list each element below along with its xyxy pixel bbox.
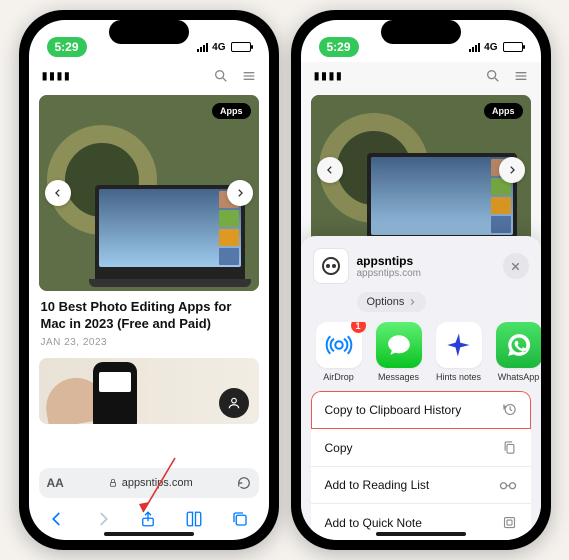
status-right: 4G [197, 42, 250, 53]
category-badge[interactable]: Apps [212, 103, 251, 119]
status-time: 5:29 [47, 37, 87, 57]
action-label: Add to Reading List [325, 478, 430, 492]
share-sheet: appsntips appsntips.com Options 1 AirDro [301, 236, 541, 540]
close-button[interactable] [503, 253, 529, 279]
share-actions-list: Copy to Clipboard History Copy Add to Re… [311, 391, 531, 540]
site-header: ▮▮▮▮ [29, 62, 269, 91]
notch [109, 20, 189, 44]
hints-notes-icon [436, 322, 482, 368]
messages-icon [376, 322, 422, 368]
share-options-label: Options [367, 296, 405, 308]
quick-note-icon [502, 515, 517, 530]
glasses-icon [499, 479, 517, 491]
action-label: Copy [325, 441, 353, 455]
share-app-label: Messages [373, 372, 425, 382]
menu-icon[interactable] [241, 68, 257, 84]
history-icon [502, 402, 517, 417]
site-header: ▮▮▮▮ [301, 62, 541, 91]
share-apps-row[interactable]: 1 AirDrop Messages Hints notes [301, 322, 541, 391]
forward-button[interactable] [86, 504, 120, 534]
search-icon[interactable] [485, 68, 501, 84]
share-favicon [313, 248, 349, 284]
status-right: 4G [469, 42, 522, 53]
site-logo[interactable]: ▮▮▮▮ [41, 68, 71, 84]
search-icon[interactable] [213, 68, 229, 84]
copy-icon [502, 440, 517, 455]
share-app-hints-notes[interactable]: Hints notes [433, 322, 485, 381]
back-button[interactable] [40, 504, 74, 534]
share-options-button[interactable]: Options [357, 292, 427, 312]
bookmarks-button[interactable] [177, 504, 211, 534]
share-app-messages[interactable]: Messages [373, 322, 425, 381]
url-domain: appsntips.com [122, 477, 193, 489]
lock-icon [108, 478, 118, 488]
action-label: Copy to Clipboard History [325, 403, 462, 417]
article-date: JAN 23, 2023 [29, 333, 269, 358]
profile-fab[interactable] [219, 388, 249, 418]
tabs-button[interactable] [223, 504, 257, 534]
share-app-whatsapp[interactable]: WhatsApp [493, 322, 541, 381]
share-app-label: Hints notes [433, 372, 485, 382]
secondary-article-card[interactable] [39, 358, 259, 424]
action-label: Add to Quick Note [325, 516, 422, 530]
share-header: appsntips appsntips.com [301, 246, 541, 292]
share-app-label: WhatsApp [493, 372, 541, 382]
screen-safari: 5:29 4G ▮▮▮▮ [29, 20, 269, 540]
screen-share-sheet: 5:29 4G ▮▮▮▮ [301, 20, 541, 540]
share-app-label: AirDrop [313, 372, 365, 382]
network-label: 4G [212, 42, 225, 53]
share-title: appsntips [357, 254, 495, 268]
home-indicator[interactable] [104, 532, 194, 536]
battery-icon [503, 42, 523, 52]
menu-icon[interactable] [513, 68, 529, 84]
site-logo[interactable]: ▮▮▮▮ [313, 68, 343, 84]
reload-icon[interactable] [237, 476, 251, 490]
action-copy-clipboard-history[interactable]: Copy to Clipboard History [311, 391, 531, 429]
carousel-prev-button[interactable] [45, 180, 71, 206]
hero-carousel[interactable]: Apps [39, 95, 259, 291]
battery-icon [231, 42, 251, 52]
share-app-airdrop[interactable]: 1 AirDrop [313, 322, 365, 381]
signal-icon [197, 43, 208, 52]
article-title[interactable]: 10 Best Photo Editing Apps for Mac in 20… [29, 299, 269, 333]
phone-right: 5:29 4G ▮▮▮▮ [291, 10, 551, 550]
action-add-reading-list[interactable]: Add to Reading List [311, 467, 531, 504]
signal-icon [469, 43, 480, 52]
chevron-right-icon [408, 298, 416, 306]
notch [381, 20, 461, 44]
address-bar[interactable]: AA appsntips.com [39, 468, 259, 498]
network-label: 4G [484, 42, 497, 53]
action-copy[interactable]: Copy [311, 429, 531, 467]
airdrop-icon: 1 [316, 322, 362, 368]
whatsapp-icon [496, 322, 541, 368]
hero-carousel: Apps [311, 95, 531, 245]
share-button[interactable] [131, 504, 165, 534]
phone-left: 5:29 4G ▮▮▮▮ [19, 10, 279, 550]
text-size-button[interactable]: AA [47, 476, 64, 490]
share-subtitle: appsntips.com [357, 268, 495, 279]
url-text[interactable]: appsntips.com [70, 477, 231, 489]
carousel-next-button [499, 157, 525, 183]
page-content[interactable]: Apps 10 Best Photo Editing Apps for Mac … [29, 91, 269, 460]
status-time: 5:29 [319, 37, 359, 57]
carousel-prev-button [317, 157, 343, 183]
carousel-next-button[interactable] [227, 180, 253, 206]
category-badge: Apps [484, 103, 523, 119]
home-indicator[interactable] [376, 532, 466, 536]
